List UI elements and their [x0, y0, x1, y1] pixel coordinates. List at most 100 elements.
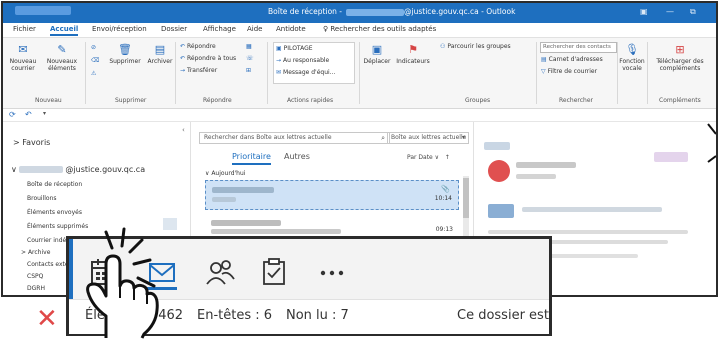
sort-label: Par Date — [407, 154, 433, 161]
move-icon: ▣ — [371, 43, 383, 56]
forward-label: Transférer — [187, 67, 218, 74]
trash-icon: 🗑 — [118, 43, 132, 56]
tasks-button[interactable] — [259, 257, 289, 287]
tab-dossier[interactable]: Dossier — [161, 25, 187, 33]
quick-step-responsable-label: Au responsable — [283, 57, 330, 64]
reply-all-button[interactable]: ↶ Répondre à tous — [180, 55, 236, 62]
filter-mail-label: Filtre de courrier — [547, 68, 598, 75]
archive-button[interactable]: ▤ Archiver — [145, 44, 175, 66]
tab-accueil[interactable]: Accueil — [50, 25, 79, 36]
scrollbar-thumb[interactable] — [463, 178, 469, 218]
tags-button[interactable]: ⚑ Indicateurs — [394, 44, 432, 66]
redacted-subject — [212, 197, 236, 202]
browse-groups-button[interactable]: ⚇ Parcourir les groupes — [440, 43, 511, 50]
tasks-icon — [263, 258, 285, 285]
more-respond-icon[interactable]: ⊞ — [246, 67, 253, 74]
junk-icon[interactable]: ⚠ — [91, 70, 98, 77]
mail-search-placeholder: Rechercher dans Boîte aux lettres actuel… — [204, 134, 332, 141]
restore-button[interactable]: ⧉ — [690, 7, 696, 17]
window-title-prefix: Boîte de réception - — [268, 7, 343, 16]
reply-button[interactable]: ↶ Répondre — [180, 43, 216, 50]
account-header[interactable]: ∨ @justice.gouv.qc.ca — [11, 165, 145, 174]
quick-step-equipe[interactable]: ✉ Message d'équi... — [276, 69, 335, 76]
folder-sent[interactable]: Éléments envoyés — [27, 209, 82, 216]
ignore-icon[interactable]: ⊘ — [91, 44, 98, 51]
sync-icon[interactable]: ⟳ — [9, 110, 16, 119]
archive-label: Archiver — [147, 58, 173, 65]
tags-label: Indicateurs — [396, 58, 430, 65]
delete-button[interactable]: 🗑 Supprimer — [106, 43, 144, 66]
quick-steps-gallery[interactable]: ▣ PILOTAGE → Au responsable ✉ Message d'équ… — [273, 42, 355, 84]
reply-icon: ↶ — [180, 43, 186, 50]
cleanup-icon[interactable]: ⌫ — [91, 57, 101, 64]
people-button[interactable] — [205, 257, 235, 287]
redacted-username — [346, 8, 405, 16]
status-headers-count: En-têtes : 6 — [197, 308, 273, 323]
quick-step-pilotage[interactable]: ▣ PILOTAGE — [276, 45, 313, 52]
voice-button[interactable]: 🎙 Fonction vocale — [618, 43, 646, 73]
group-label-complements: Compléments — [659, 97, 701, 104]
addins-label-1: Télécharger des — [656, 58, 704, 65]
new-email-label-1: Nouveau — [9, 58, 37, 65]
im-icon[interactable]: ☏ — [246, 55, 256, 62]
collapse-pane-icon[interactable]: ‹ — [182, 126, 185, 134]
search-contacts-input[interactable]: Rechercher des contacts — [540, 42, 617, 53]
tab-prioritaire[interactable]: Prioritaire — [232, 152, 271, 165]
quick-step-responsable[interactable]: → Au responsable — [276, 57, 329, 64]
new-items-button[interactable]: ✎ Nouveaux éléments — [42, 44, 82, 73]
search-scope-dropdown[interactable]: Boîte aux lettres actuelle ▾ — [387, 132, 469, 144]
new-items-label-2: éléments — [48, 65, 76, 72]
forward-button[interactable]: → Transférer — [180, 67, 217, 74]
tab-search-tools[interactable]: ♀ Rechercher des outils adaptés — [323, 25, 436, 33]
group-header-today[interactable]: ∨ Aujourd'hui — [205, 170, 245, 177]
redacted-sender — [212, 187, 274, 193]
folder-drafts[interactable]: Brouillons — [27, 195, 57, 202]
group-label-supprimer: Supprimer — [115, 97, 147, 104]
delete-label: Supprimer — [109, 58, 141, 65]
ribbon-display-icon[interactable]: ▣ — [640, 7, 648, 16]
get-addins-button[interactable]: ⊞ Télécharger des compléments — [649, 44, 711, 73]
quick-step-equipe-label: Message d'équi... — [283, 69, 336, 76]
mail-search-input[interactable]: Rechercher dans Boîte aux lettres actuel… — [199, 132, 390, 144]
favorites-header[interactable]: > Favoris — [13, 138, 50, 147]
move-button[interactable]: ▣ Déplacer — [362, 43, 392, 66]
new-email-button[interactable]: ✉ Nouveau courrier — [6, 44, 40, 73]
minimize-button[interactable]: — — [666, 7, 674, 16]
group-label-nouveau: Nouveau — [35, 97, 62, 104]
search-tools-label: Rechercher des outils adaptés — [330, 25, 437, 33]
folder-archive[interactable]: > Archive — [21, 249, 50, 256]
voice-label-1: Fonction — [619, 58, 645, 65]
chevron-down-icon: ▾ — [461, 134, 465, 141]
microphone-icon: 🎙 — [625, 43, 639, 56]
meeting-icon[interactable]: ▦ — [246, 43, 254, 50]
folder-inbox[interactable]: Boîte de réception — [27, 181, 82, 188]
tab-fichier[interactable]: Fichier — [13, 25, 36, 33]
undo-icon[interactable]: ↶ — [25, 110, 32, 119]
ribbon: ✉ Nouveau courrier ✎ Nouveaux éléments N… — [3, 38, 716, 109]
folder-dgrh[interactable]: DGRH — [27, 285, 45, 292]
avatar — [488, 160, 510, 182]
filter-mail-button[interactable]: ▽ Filtre de courrier — [541, 68, 597, 75]
tab-aide[interactable]: Aide — [247, 25, 262, 33]
group-separator — [359, 42, 360, 104]
tab-autres[interactable]: Autres — [284, 152, 310, 161]
folder-cspq[interactable]: CSPQ — [27, 273, 43, 280]
address-book-button[interactable]: ▤ Carnet d'adresses — [541, 56, 603, 63]
tab-affichage[interactable]: Affichage — [203, 25, 236, 33]
search-scope-label: Boîte aux lettres actuelle — [391, 134, 467, 141]
group-separator — [85, 42, 86, 104]
message-row[interactable]: 📎 10:14 — [205, 180, 459, 210]
redacted-text — [522, 207, 662, 212]
status-folder-info: Ce dossier est — [457, 308, 549, 323]
redacted-sender — [211, 220, 281, 226]
status-unread-count: Non lu : 7 — [286, 308, 349, 323]
voice-label-2: vocale — [622, 65, 642, 72]
more-modules-button[interactable] — [317, 257, 347, 287]
window-title-suffix: @justice.gouv.qc.ca - Outlook — [404, 7, 516, 16]
customize-qat-icon[interactable]: ▾ — [43, 110, 46, 117]
group-separator — [267, 42, 268, 104]
tab-envoi-reception[interactable]: Envoi/réception — [92, 25, 147, 33]
reply-all-icon: ↶ — [180, 55, 186, 62]
tab-antidote[interactable]: Antidote — [276, 25, 306, 33]
sort-by-dropdown[interactable]: Par Date ∨ ↑ — [407, 154, 450, 161]
